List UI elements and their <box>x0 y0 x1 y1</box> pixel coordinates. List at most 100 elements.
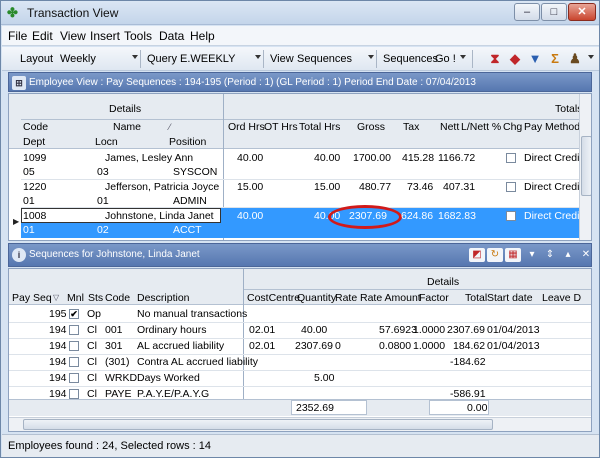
employee-vscroll[interactable] <box>579 94 591 240</box>
col-factor[interactable]: Factor <box>419 291 449 305</box>
col-total[interactable]: Total <box>465 291 487 305</box>
hourglass-icon[interactable]: ⧗ <box>487 51 503 67</box>
col-description[interactable]: Description <box>137 291 190 305</box>
seq-row2-desc[interactable]: Ordinary hours <box>137 323 206 337</box>
row3-code[interactable]: 1008 <box>23 209 46 223</box>
seq-row1-sts[interactable]: Op <box>87 307 101 321</box>
row2-nett[interactable]: 407.31 <box>443 180 475 194</box>
row2-total-hrs[interactable]: 15.00 <box>314 180 340 194</box>
col-mnl[interactable]: Mnl <box>67 291 84 305</box>
go-button[interactable]: Go ! <box>435 53 456 65</box>
row2-code[interactable]: 1220 <box>23 180 46 194</box>
employee-vscroll-thumb[interactable] <box>581 136 591 196</box>
seq-row3-rateamt[interactable]: 0.0800 <box>379 339 411 353</box>
diamond-icon[interactable]: ◆ <box>507 51 523 67</box>
maximize-button[interactable]: □ <box>541 3 567 21</box>
col-code[interactable]: Code <box>105 291 130 305</box>
row1-name[interactable]: James, Lesley Ann <box>105 151 193 165</box>
seq-row3-start[interactable]: 01/04/2013 <box>487 339 540 353</box>
seq-row2-start[interactable]: 01/04/2013 <box>487 323 540 337</box>
people-icon[interactable]: ♟ <box>567 51 583 67</box>
seq-row2-sts[interactable]: Cl <box>87 323 97 337</box>
layout-dropdown-icon[interactable] <box>132 55 138 59</box>
minimize-button[interactable]: – <box>514 3 540 21</box>
row2-chg-checkbox[interactable] <box>506 182 516 192</box>
col-position[interactable]: Position <box>169 135 206 149</box>
row3-position[interactable]: ACCT <box>173 223 202 237</box>
seq-row2-cc[interactable]: 02.01 <box>249 323 275 337</box>
row1-tax[interactable]: 415.28 <box>402 151 434 165</box>
row1-locn[interactable]: 03 <box>97 165 109 179</box>
seq-row5-mnl-checkbox[interactable] <box>69 373 79 383</box>
people-dropdown-icon[interactable] <box>588 55 594 59</box>
seq-row5-payseq[interactable]: 194 <box>49 371 67 385</box>
seq-row4-desc[interactable]: Contra AL accrued liability <box>137 355 258 369</box>
row1-pay-method[interactable]: Direct Credit <box>524 151 582 165</box>
seq-row2-payseq[interactable]: 194 <box>49 323 67 337</box>
col-locn[interactable]: Locn <box>95 135 118 149</box>
col-lnett[interactable]: L/Nett % <box>461 120 501 134</box>
seq-row5-desc[interactable]: Days Worked <box>137 371 200 385</box>
col-total-hrs[interactable]: Total Hrs <box>299 120 340 134</box>
refresh-icon[interactable]: ↻ <box>487 248 503 262</box>
row1-total-hrs[interactable]: 40.00 <box>314 151 340 165</box>
layout-select[interactable]: Weekly <box>60 53 96 65</box>
seq-row2-rateamt[interactable]: 57.6923 <box>379 323 417 337</box>
seq-row6-mnl-checkbox[interactable] <box>69 389 79 399</box>
seq-row3-factor[interactable]: 1.0000 <box>413 339 445 353</box>
menu-file[interactable]: File <box>8 29 27 43</box>
seq-row3-payseq[interactable]: 194 <box>49 339 67 353</box>
row2-gross[interactable]: 480.77 <box>359 180 391 194</box>
seq-row4-total[interactable]: -184.62 <box>450 355 486 369</box>
move-up-icon[interactable]: ▴ <box>560 248 576 262</box>
col-sts[interactable]: Sts <box>88 291 103 305</box>
seq-row4-mnl-checkbox[interactable] <box>69 357 79 367</box>
seq-row3-total[interactable]: 184.62 <box>453 339 485 353</box>
seq-row5-code[interactable]: WRKD <box>105 371 137 385</box>
row3-chg-checkbox[interactable] <box>506 211 516 221</box>
row1-gross[interactable]: 1700.00 <box>353 151 391 165</box>
seq-row2-mnl-checkbox[interactable] <box>69 325 79 335</box>
row2-locn[interactable]: 01 <box>97 194 109 208</box>
seq-row3-desc[interactable]: AL accrued liability <box>137 339 224 353</box>
col-start-date[interactable]: Start date <box>487 291 533 305</box>
seq-row3-cc[interactable]: 02.01 <box>249 339 275 353</box>
row1-chg-checkbox[interactable] <box>506 153 516 163</box>
move-down-icon[interactable]: ▾ <box>524 248 540 262</box>
col-ord-hrs[interactable]: Ord Hrs <box>228 120 265 134</box>
sequence-hscroll[interactable] <box>9 417 591 431</box>
row3-ord-hrs[interactable]: 40.00 <box>237 209 263 223</box>
seq-row2-factor[interactable]: 1.0000 <box>413 323 445 337</box>
row3-name[interactable]: Johnstone, Linda Janet <box>105 209 214 223</box>
seq-row3-code[interactable]: 301 <box>105 339 123 353</box>
row2-position[interactable]: ADMIN <box>173 194 207 208</box>
row2-tax[interactable]: 73.46 <box>407 180 433 194</box>
col-dept[interactable]: Dept <box>23 135 45 149</box>
view-select[interactable]: Sequences <box>297 53 352 65</box>
row1-nett[interactable]: 1166.72 <box>438 151 475 165</box>
row1-dept[interactable]: 05 <box>23 165 35 179</box>
edit-transaction-icon[interactable]: ◩ <box>469 248 485 262</box>
close-panel-icon[interactable]: ✕ <box>578 248 594 262</box>
seq-row3-rate[interactable]: 0 <box>335 339 341 353</box>
col-gross[interactable]: Gross <box>357 120 385 134</box>
seq-row3-qty[interactable]: 2307.69 <box>295 339 333 353</box>
col-rate-amount[interactable]: Rate Amount <box>360 291 421 305</box>
menu-edit[interactable]: Edit <box>32 29 53 43</box>
col-pay-seq[interactable]: Pay Seq <box>12 291 52 305</box>
menu-tools[interactable]: Tools <box>124 29 152 43</box>
go-dropdown-icon[interactable] <box>460 55 466 59</box>
seq-row4-sts[interactable]: Cl <box>87 355 97 369</box>
col-leave-date[interactable]: Leave D <box>542 291 581 305</box>
row3-nett[interactable]: 1682.83 <box>438 209 476 223</box>
query-select[interactable]: E.WEEKLY <box>180 53 235 65</box>
menu-help[interactable]: Help <box>190 29 215 43</box>
col-name[interactable]: Name <box>113 120 141 134</box>
row1-ord-hrs[interactable]: 40.00 <box>237 151 263 165</box>
sum-icon[interactable]: Σ <box>547 51 563 67</box>
row3-dept[interactable]: 01 <box>23 223 35 237</box>
row2-pay-method[interactable]: Direct Credit <box>524 180 582 194</box>
calendar-icon[interactable]: ▦ <box>505 248 521 262</box>
filter-icon[interactable]: ▼ <box>527 51 543 67</box>
close-button[interactable]: ✕ <box>568 3 596 21</box>
